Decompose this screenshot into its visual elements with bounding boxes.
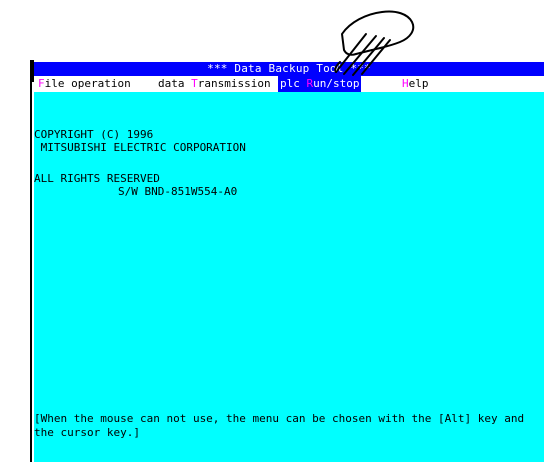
menu-data-transmission[interactable]: data Transmission [156, 76, 273, 92]
menu-hotkey: H [402, 77, 409, 90]
menu-hotkey: T [191, 77, 198, 90]
copyright-text: COPYRIGHT (C) 1996 [34, 128, 154, 141]
window-frame [30, 60, 32, 462]
menu-label: elp [408, 77, 429, 90]
menu-label: ransmission [197, 77, 271, 90]
menu-label: un/stop [313, 77, 360, 90]
menu-label: ile operation [44, 77, 131, 90]
hand-pointer-icon [334, 10, 415, 76]
menu-label-prefix: plc [280, 77, 307, 90]
menu-plc-run-stop[interactable]: plc Run/stop [278, 76, 362, 92]
software-id: S/W BND-851W554-A0 [118, 185, 238, 198]
menu-label-prefix: data [158, 77, 192, 90]
hint-text-line1: [When the mouse can not use, the menu ca… [34, 412, 525, 425]
main-content: COPYRIGHT (C) 1996 MITSUBISHI ELECTRIC C… [34, 92, 544, 462]
rights-text: ALL RIGHTS RESERVED [34, 172, 160, 185]
menu-hotkey: F [38, 77, 45, 90]
company-name: MITSUBISHI ELECTRIC CORPORATION [34, 141, 246, 154]
menu-help[interactable]: Help [400, 76, 431, 92]
menu-file-operation[interactable]: File operation [36, 76, 133, 92]
menu-bar: File operation data Transmission plc Run… [34, 76, 544, 92]
screen: *** Data Backup Tool *** File operation … [0, 0, 544, 462]
window-title-bar: *** Data Backup Tool *** [34, 62, 544, 76]
hint-text-line2: the cursor key.] [34, 426, 140, 439]
